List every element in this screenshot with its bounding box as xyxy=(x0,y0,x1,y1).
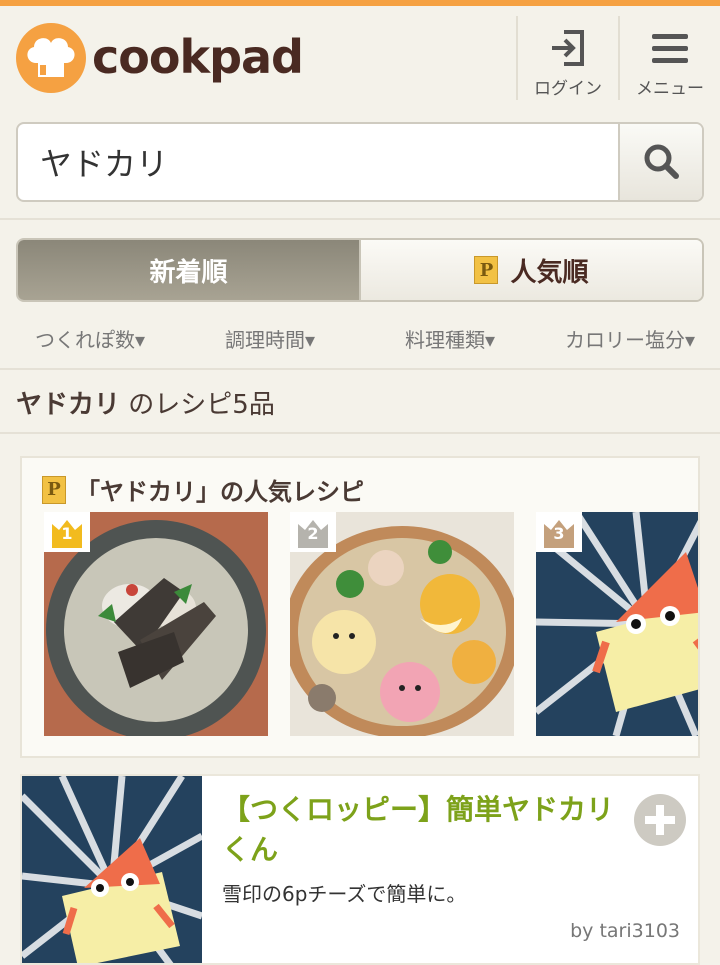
tab-newest[interactable]: 新着順 xyxy=(18,240,359,300)
menu-label: メニュー xyxy=(636,79,704,99)
header: cookpad ログイン メニュー xyxy=(0,6,720,112)
result-count: のレシピ5品 xyxy=(120,390,275,420)
popular-recipes-section: P 「ヤドカリ」の人気レシピ 1 2 3 xyxy=(20,456,700,758)
login-button[interactable]: ログイン xyxy=(518,22,618,99)
premium-badge-icon: P xyxy=(42,475,66,504)
rank-badge: 1 xyxy=(44,512,90,552)
search-button[interactable] xyxy=(618,124,702,200)
rank-badge: 2 xyxy=(290,512,336,552)
popular-recipe-thumb[interactable]: 2 xyxy=(290,512,514,736)
logo-wordmark: cookpad xyxy=(92,30,304,84)
filter-bar: つくれぽ数▾ 調理時間▾ 料理種類▾ カロリー塩分▾ xyxy=(0,318,720,370)
popular-heading: P 「ヤドカリ」の人気レシピ xyxy=(42,472,364,507)
tab-popular-label: 人気順 xyxy=(510,257,589,288)
popular-recipe-thumb[interactable]: 3 xyxy=(536,512,698,736)
result-keyword: ヤドカリ xyxy=(16,390,121,420)
plus-icon xyxy=(645,805,675,835)
rank-badge: 3 xyxy=(536,512,582,552)
recipe-description: 雪印の6pチーズで簡単に。 xyxy=(222,882,467,906)
search-input[interactable] xyxy=(18,124,620,200)
popular-recipe-thumb[interactable]: 1 xyxy=(44,512,268,736)
filter-dish-type[interactable]: 料理種類▾ xyxy=(360,318,540,368)
rank-number: 3 xyxy=(553,524,565,543)
chef-hat-icon xyxy=(16,23,86,93)
sort-tabs: 新着順 P 人気順 xyxy=(16,238,704,302)
recipe-photo xyxy=(22,776,202,963)
recipe-title[interactable]: 【つくロッピー】簡単ヤドカリくん xyxy=(222,790,622,870)
search-icon xyxy=(644,144,679,179)
recipe-author[interactable]: by tari3103 xyxy=(570,920,680,942)
filter-calorie-salt[interactable]: カロリー塩分▾ xyxy=(540,318,720,368)
divider xyxy=(0,432,720,434)
login-icon xyxy=(552,30,584,66)
login-label: ログイン xyxy=(534,79,602,99)
cookpad-logo[interactable]: cookpad xyxy=(16,23,304,95)
search-area xyxy=(0,112,720,220)
recipe-card[interactable]: 【つくロッピー】簡単ヤドカリくん 雪印の6pチーズで簡単に。 by tari31… xyxy=(20,774,700,965)
add-to-folder-button[interactable] xyxy=(634,794,686,846)
search-box xyxy=(16,122,704,202)
menu-button[interactable]: メニュー xyxy=(620,22,720,99)
result-heading: ヤドカリ のレシピ5品 xyxy=(16,384,275,428)
premium-badge-icon: P xyxy=(474,256,499,284)
recipe-thumbnail[interactable] xyxy=(22,776,202,963)
tab-newest-label: 新着順 xyxy=(149,257,228,288)
rank-number: 1 xyxy=(61,524,73,543)
filter-cooking-time[interactable]: 調理時間▾ xyxy=(180,318,360,368)
menu-icon xyxy=(652,34,688,63)
rank-number: 2 xyxy=(307,524,319,543)
popular-title: 「ヤドカリ」の人気レシピ xyxy=(76,478,364,506)
filter-tsukurepo[interactable]: つくれぽ数▾ xyxy=(0,318,180,368)
tab-popular[interactable]: P 人気順 xyxy=(359,240,702,300)
